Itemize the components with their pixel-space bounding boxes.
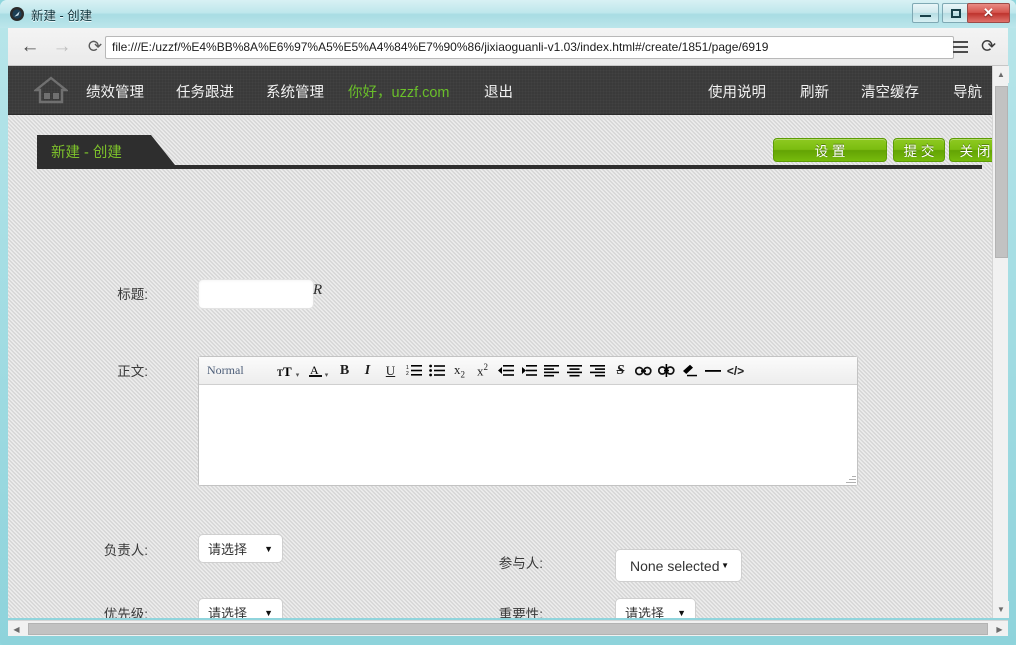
back-button[interactable]: ← [17, 34, 43, 60]
forward-button[interactable]: → [49, 34, 75, 60]
refresh-icon: ⟳ [981, 36, 996, 57]
horizontal-rule-icon[interactable] [701, 358, 724, 384]
app-icon [9, 6, 25, 22]
page-viewport: 绩效管理 任务跟进 系统管理 你好，uzzf.com 退出 使用说明 刷新 清空… [8, 66, 1008, 618]
submit-button[interactable]: 提 交 [893, 138, 945, 162]
italic-icon[interactable]: I [356, 358, 379, 384]
home-icon[interactable] [34, 76, 68, 104]
ordered-list-icon[interactable]: 12 [402, 358, 425, 384]
editor-toolbar: Normal TT▾ A▾ B I U 12 [199, 357, 857, 385]
window-titlebar: 新建 - 创建 ✕ [0, 0, 1016, 28]
bold-icon[interactable]: B [333, 358, 356, 384]
chevron-down-icon: ▼ [677, 608, 686, 618]
site-navigation-bar: 绩效管理 任务跟进 系统管理 你好，uzzf.com 退出 使用说明 刷新 清空… [8, 66, 993, 115]
scroll-up-button[interactable]: ▲ [993, 66, 1009, 83]
title-label: 标题: [68, 283, 148, 303]
code-icon[interactable]: </> [724, 358, 747, 384]
align-right-icon[interactable] [586, 358, 609, 384]
nav-item-navigation[interactable]: 导航 [953, 81, 982, 102]
svg-text:A: A [310, 363, 319, 377]
unlink-icon[interactable] [655, 358, 678, 384]
nav-item-system[interactable]: 系统管理 [266, 81, 324, 102]
scroll-left-button[interactable]: ◀ [8, 621, 25, 637]
vertical-scrollbar-thumb[interactable] [995, 86, 1008, 258]
caret-down-icon: ▼ [721, 561, 729, 570]
browser-menu-button[interactable] [948, 35, 972, 59]
importance-select[interactable]: 请选择 ▼ [615, 598, 696, 618]
chevron-down-icon: ▼ [264, 544, 273, 554]
title-input[interactable] [198, 279, 314, 309]
horizontal-scrollbar[interactable]: ◀ ▶ [8, 620, 1008, 636]
font-color-icon[interactable]: A▾ [303, 358, 333, 384]
nav-item-performance[interactable]: 绩效管理 [86, 81, 144, 102]
participants-label: 参与人: [463, 552, 543, 572]
reload-icon: ⟳ [88, 37, 102, 57]
svg-text:2: 2 [406, 371, 409, 377]
scroll-right-button[interactable]: ▶ [991, 621, 1008, 637]
tab-underline [37, 165, 982, 169]
unordered-list-icon[interactable] [425, 358, 448, 384]
vertical-scrollbar[interactable]: ▲ ▼ [992, 66, 1008, 618]
window-close-button[interactable]: ✕ [967, 3, 1010, 23]
font-size-icon[interactable]: TT▾ [273, 358, 303, 384]
svg-text:T: T [283, 364, 292, 378]
maximize-icon [943, 4, 968, 22]
priority-select[interactable]: 请选择 ▼ [198, 598, 283, 618]
page-content: 绩效管理 任务跟进 系统管理 你好，uzzf.com 退出 使用说明 刷新 清空… [8, 66, 993, 618]
format-block-dropdown[interactable]: Normal [207, 363, 273, 378]
underline-icon[interactable]: U [379, 358, 402, 384]
strikethrough-icon[interactable]: S [609, 358, 632, 384]
horizontal-scrollbar-thumb[interactable] [28, 623, 988, 635]
indent-icon[interactable] [494, 358, 517, 384]
title-suffix-marker: R [313, 282, 322, 299]
nav-item-logout[interactable]: 退出 [484, 81, 513, 102]
nav-item-help[interactable]: 使用说明 [708, 81, 766, 102]
participants-select-value: None selected [630, 558, 720, 574]
hamburger-icon [953, 41, 968, 43]
close-icon: ✕ [968, 4, 1009, 22]
address-bar[interactable]: file:///E:/uzzf/%E4%BB%8A%E6%97%A5%E5%A4… [105, 36, 954, 59]
tab-create-label: 新建 - 创建 [51, 141, 122, 162]
align-left-icon[interactable] [540, 358, 563, 384]
nav-item-clear-cache[interactable]: 清空缓存 [861, 81, 919, 102]
browser-window: 新建 - 创建 ✕ ← → ⟳ file:///E:/uzzf/%E4%BB%8… [0, 0, 1016, 645]
secondary-refresh-button[interactable]: ⟳ [976, 34, 1001, 59]
link-icon[interactable] [632, 358, 655, 384]
editor-resize-grip[interactable] [845, 473, 856, 484]
forward-arrow-icon: → [53, 36, 72, 58]
importance-select-value: 请选择 [625, 603, 664, 618]
nav-item-tasks[interactable]: 任务跟进 [176, 81, 234, 102]
highlight-icon[interactable] [678, 358, 701, 384]
scroll-down-button[interactable]: ▼ [993, 601, 1009, 618]
owner-label: 负责人: [68, 539, 148, 559]
settings-button[interactable]: 设 置 [773, 138, 887, 162]
page-header: 新建 - 创建 设 置 提 交 关 闭 [37, 135, 982, 165]
outdent-icon[interactable] [517, 358, 540, 384]
editor-content-area[interactable] [199, 386, 857, 485]
browser-toolbar: ← → ⟳ file:///E:/uzzf/%E4%BB%8A%E6%97%A5… [8, 28, 1008, 66]
chevron-down-icon: ▼ [264, 608, 273, 618]
back-arrow-icon: ← [21, 36, 40, 58]
minimize-icon [913, 4, 938, 22]
participants-select[interactable]: None selected ▼ [615, 549, 742, 582]
nav-item-refresh[interactable]: 刷新 [800, 81, 829, 102]
superscript-icon[interactable]: x2 [471, 358, 494, 384]
window-minimize-button[interactable] [912, 3, 939, 23]
owner-select-value: 请选择 [208, 539, 247, 558]
align-center-icon[interactable] [563, 358, 586, 384]
priority-label: 优先级: [68, 603, 148, 618]
window-maximize-button[interactable] [942, 3, 969, 23]
body-label: 正文: [68, 360, 148, 380]
subscript-icon[interactable]: x2 [448, 358, 471, 384]
owner-select[interactable]: 请选择 ▼ [198, 534, 283, 563]
rich-text-editor: Normal TT▾ A▾ B I U 12 [198, 356, 858, 486]
window-title: 新建 - 创建 [31, 5, 92, 24]
nav-greeting: 你好，uzzf.com [348, 81, 450, 102]
priority-select-value: 请选择 [208, 603, 247, 618]
importance-label: 重要性: [463, 603, 543, 618]
